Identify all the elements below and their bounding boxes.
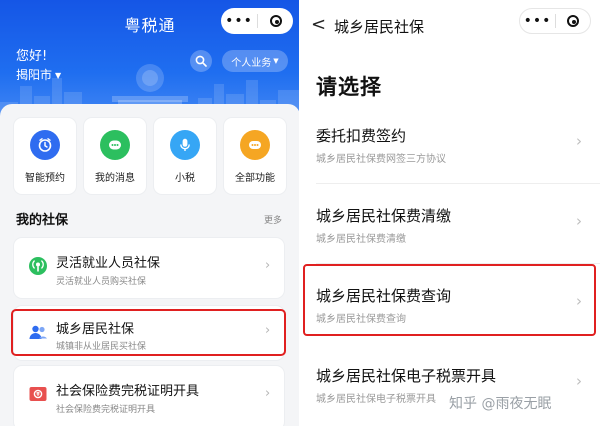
city-label: 揭阳市 bbox=[16, 68, 53, 82]
chevron-right-icon: › bbox=[576, 132, 582, 150]
city-selector[interactable]: 揭阳市 ▼ bbox=[16, 66, 61, 83]
message-icon bbox=[100, 130, 130, 160]
dropdown-triangle-icon: ▼ bbox=[55, 71, 62, 80]
option-subtitle: 城乡居民社保费网签三方协议 bbox=[316, 154, 446, 165]
close-miniprogram-button[interactable] bbox=[556, 15, 590, 27]
page-title: 城乡居民社保 bbox=[334, 18, 425, 36]
zhihu-watermark: 知乎 @雨夜无眠 bbox=[449, 396, 552, 412]
close-miniprogram-button[interactable] bbox=[258, 15, 293, 27]
certificate-icon bbox=[28, 384, 48, 404]
more-dots-icon bbox=[240, 130, 270, 160]
option-subtitle: 城乡居民社保费清缴 bbox=[316, 234, 406, 245]
chevron-right-icon: › bbox=[265, 258, 271, 273]
more-options-icon[interactable]: ••• bbox=[221, 8, 257, 34]
personal-business-dropdown[interactable]: 个人业务 ▼ bbox=[222, 50, 288, 72]
card-subtitle: 社会保险费完税证明开具 bbox=[56, 405, 156, 415]
chevron-right-icon: › bbox=[576, 372, 582, 390]
option-title: 委托扣费签约 bbox=[316, 127, 407, 145]
card-title: 社会保险费完税证明开具 bbox=[56, 384, 200, 399]
option-title: 城乡居民社保电子税票开具 bbox=[316, 367, 497, 385]
quick-action-appointment[interactable]: 智能预约 bbox=[14, 118, 76, 194]
quick-action-xiaoshui[interactable]: 小税 bbox=[154, 118, 216, 194]
card-subtitle: 灵活就业人员购买社保 bbox=[56, 277, 147, 287]
target-circle-icon bbox=[566, 15, 579, 27]
quick-action-label: 我的消息 bbox=[95, 173, 135, 184]
clock-icon bbox=[30, 130, 60, 160]
quick-action-all-functions[interactable]: 全部功能 bbox=[224, 118, 286, 194]
card-insurance-tax-certificate[interactable]: 社会保险费完税证明开具 社会保险费完税证明开具 › bbox=[14, 366, 284, 426]
more-link[interactable]: 更多 bbox=[264, 213, 282, 226]
highlight-box bbox=[303, 264, 596, 336]
search-icon bbox=[195, 55, 207, 67]
left-screen: 粤税通 ••• 您好! 揭阳市 ▼ 个人业务 ▼ 智能预约 我的消息 小税 全部… bbox=[0, 0, 300, 426]
card-title: 灵活就业人员社保 bbox=[56, 256, 161, 271]
target-circle-icon bbox=[269, 15, 282, 27]
highlight-box bbox=[11, 309, 286, 356]
quick-actions: 智能预约 我的消息 小税 全部功能 bbox=[14, 118, 286, 198]
microphone-icon bbox=[170, 130, 200, 160]
section-title: 我的社保 bbox=[16, 213, 69, 228]
back-button[interactable]: < bbox=[311, 14, 326, 35]
greeting-text: 您好! bbox=[16, 49, 48, 64]
option-entrusted-deduction-signing[interactable]: 委托扣费签约 城乡居民社保费网签三方协议 › bbox=[300, 104, 600, 184]
chevron-right-icon: › bbox=[576, 212, 582, 230]
option-subtitle: 城乡居民社保电子税票开具 bbox=[316, 394, 436, 405]
dropdown-triangle-icon: ▼ bbox=[273, 57, 279, 65]
search-button[interactable] bbox=[190, 50, 212, 72]
quick-action-label: 智能预约 bbox=[25, 173, 65, 184]
quick-action-label: 小税 bbox=[175, 173, 195, 184]
quick-action-label: 全部功能 bbox=[235, 173, 275, 184]
screen-divider bbox=[299, 0, 301, 426]
choose-heading: 请选择 bbox=[316, 75, 382, 99]
chevron-right-icon: › bbox=[265, 386, 271, 401]
card-flexible-employment-insurance[interactable]: 灵活就业人员社保 灵活就业人员购买社保 › bbox=[14, 238, 284, 298]
miniprogram-capsule: ••• bbox=[519, 8, 591, 34]
miniprogram-capsule: ••• bbox=[221, 8, 293, 34]
more-options-icon[interactable]: ••• bbox=[520, 8, 555, 34]
option-fee-payment[interactable]: 城乡居民社保费清缴 城乡居民社保费清缴 › bbox=[300, 184, 600, 264]
option-title: 城乡居民社保费清缴 bbox=[316, 207, 452, 225]
biz-button-label: 个人业务 bbox=[231, 57, 272, 69]
quick-action-messages[interactable]: 我的消息 bbox=[84, 118, 146, 194]
signal-icon bbox=[28, 256, 48, 276]
